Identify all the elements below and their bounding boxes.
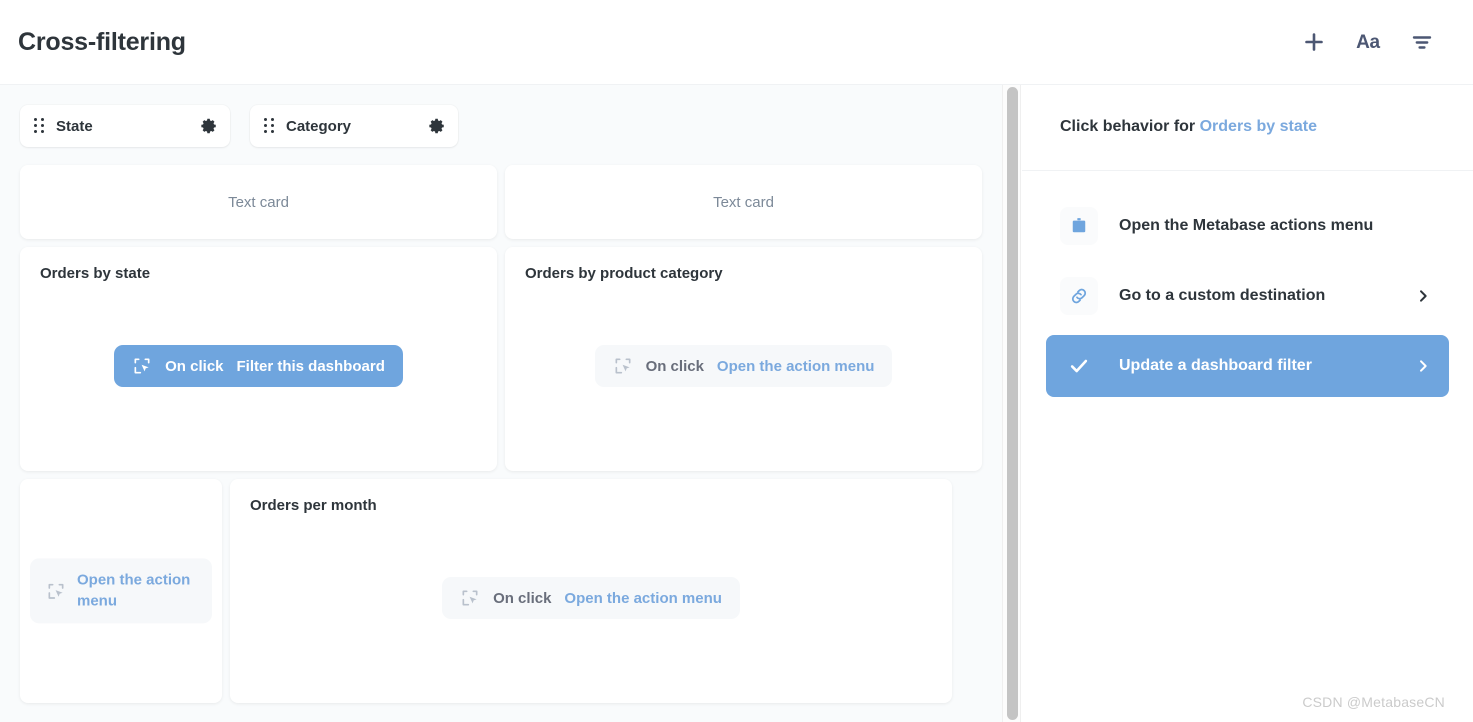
- dashcard-body: On click Open the action menu: [250, 515, 932, 703]
- option-label: Update a dashboard filter: [1119, 357, 1312, 374]
- header-actions: Aa: [1299, 27, 1449, 57]
- dashcard-body: On click Open the action menu: [525, 283, 962, 471]
- dashcard-narrow[interactable]: Open the action menu: [20, 479, 222, 703]
- pill-onclick-label: On click: [493, 589, 552, 607]
- pill-action-label: Open the action menu: [564, 589, 722, 607]
- grid-row: Open the action menu Orders per month On…: [20, 479, 982, 703]
- text-format-label: Aa: [1356, 31, 1380, 53]
- dashcard-orders-by-state[interactable]: Orders by state On click Filter this das…: [20, 247, 497, 471]
- click-behavior-pill[interactable]: Open the action menu: [30, 558, 212, 624]
- watermark: CSDN @MetabaseCN: [1302, 694, 1445, 710]
- filter-chip-category[interactable]: Category: [250, 105, 458, 147]
- text-format-icon[interactable]: Aa: [1353, 27, 1383, 57]
- actions-menu-icon: [1060, 207, 1098, 245]
- chevron-right-icon: [1415, 358, 1431, 374]
- dashboard-filters-row: State Category: [0, 105, 1002, 147]
- dashboard-grid: Text card Text card Orders by state On c…: [0, 165, 1002, 703]
- gear-icon[interactable]: [200, 117, 218, 135]
- pill-action-label: Open the action menu: [716, 357, 875, 375]
- dashcard-orders-per-month[interactable]: Orders per month On click Open the actio…: [230, 479, 952, 703]
- filter-chip-label: State: [56, 117, 93, 135]
- dashboard-canvas: State Category Text card Text card Order…: [0, 85, 1002, 722]
- option-label: Open the Metabase actions menu: [1119, 217, 1374, 234]
- option-label: Go to a custom destination: [1119, 287, 1326, 304]
- pill-onclick-label: On click: [645, 357, 704, 375]
- text-card[interactable]: Text card: [505, 165, 982, 239]
- link-icon: [1060, 277, 1098, 315]
- filter-chip-state[interactable]: State: [20, 105, 230, 147]
- pill-action-label: Open the action menu: [77, 571, 191, 609]
- click-behavior-pill[interactable]: On click Open the action menu: [442, 577, 740, 619]
- click-target-icon: [132, 356, 152, 376]
- check-icon: [1060, 355, 1098, 377]
- drag-handle-icon[interactable]: [34, 118, 45, 134]
- grid-row: Orders by state On click Filter this das…: [20, 247, 982, 471]
- text-card-label: Text card: [228, 193, 289, 211]
- body-area: State Category Text card Text card Order…: [0, 85, 1473, 722]
- gear-icon[interactable]: [428, 117, 446, 135]
- dashcard-body: Open the action menu: [30, 558, 212, 624]
- chevron-right-icon: [1415, 288, 1431, 304]
- click-target-icon: [46, 581, 66, 601]
- dashboard-editor-screen: Cross-filtering Aa State Category Text c…: [0, 0, 1473, 722]
- pill-action-label: Filter this dashboard: [236, 357, 385, 375]
- grid-row: Text card Text card: [20, 165, 982, 239]
- click-target-icon: [460, 588, 480, 608]
- text-card-label: Text card: [713, 193, 774, 211]
- add-icon[interactable]: [1299, 27, 1329, 57]
- app-header: Cross-filtering Aa: [0, 0, 1473, 85]
- filter-icon[interactable]: [1407, 27, 1437, 57]
- click-behavior-options: Open the Metabase actions menu Go to a c…: [1022, 171, 1473, 397]
- option-update-dashboard-filter[interactable]: Update a dashboard filter: [1046, 335, 1449, 397]
- canvas-scrollbar[interactable]: [1002, 85, 1021, 722]
- dashcard-title: Orders by state: [40, 265, 151, 282]
- drag-handle-icon[interactable]: [264, 118, 275, 134]
- canvas-scrollbar-thumb[interactable]: [1007, 87, 1018, 720]
- filter-chip-label: Category: [286, 117, 352, 135]
- sidebar-heading-target[interactable]: Orders by state: [1200, 118, 1317, 135]
- click-behavior-sidebar: Click behavior for Orders by state Open …: [1022, 85, 1473, 722]
- dashcard-title: Orders by product category: [525, 265, 723, 282]
- dashcard-orders-by-product-category[interactable]: Orders by product category On click Open…: [505, 247, 982, 471]
- dashcard-title: Orders per month: [250, 497, 377, 514]
- page-title: Cross-filtering: [18, 27, 186, 56]
- sidebar-heading: Click behavior for Orders by state: [1060, 117, 1317, 138]
- dashcard-body: On click Filter this dashboard: [40, 283, 477, 471]
- sidebar-header: Click behavior for Orders by state: [1022, 85, 1473, 171]
- sidebar-heading-prefix: Click behavior for: [1060, 118, 1200, 136]
- option-custom-destination[interactable]: Go to a custom destination: [1046, 265, 1449, 327]
- click-behavior-pill[interactable]: On click Open the action menu: [594, 345, 893, 387]
- click-target-icon: [613, 356, 633, 376]
- option-open-actions-menu[interactable]: Open the Metabase actions menu: [1046, 195, 1449, 257]
- text-card[interactable]: Text card: [20, 165, 497, 239]
- pill-onclick-label: On click: [165, 357, 224, 375]
- click-behavior-pill[interactable]: On click Filter this dashboard: [114, 345, 403, 387]
